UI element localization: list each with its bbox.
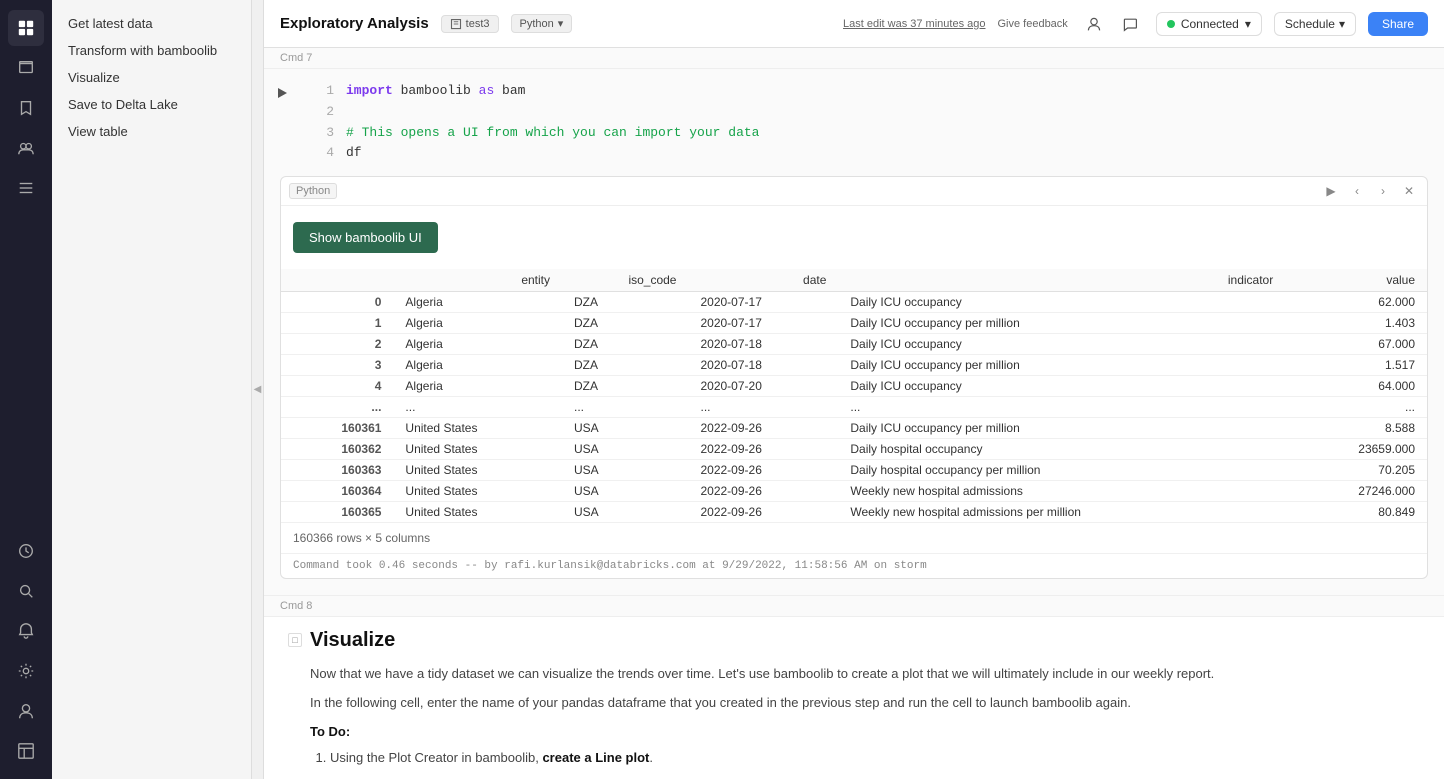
- col-header-entity: entity: [393, 269, 562, 292]
- layers-icon[interactable]: [8, 50, 44, 86]
- collapse-cell-button[interactable]: □: [288, 633, 302, 647]
- sidebar: Get latest data Transform with bamboolib…: [52, 0, 252, 779]
- table-row: 0AlgeriaDZA2020-07-17Daily ICU occupancy…: [281, 292, 1427, 313]
- close-output-button[interactable]: ✕: [1399, 181, 1419, 201]
- connected-button[interactable]: Connected ▾: [1156, 12, 1262, 36]
- output-controls: ▶ ‹ › ✕: [1321, 181, 1419, 201]
- schedule-button[interactable]: Schedule ▾: [1274, 12, 1356, 36]
- content-area[interactable]: Cmd 7 1import bamboolib as bam 2 3# This…: [264, 48, 1444, 779]
- main-area: Exploratory Analysis test3 Python ▾ Last…: [264, 0, 1444, 779]
- table-footer: 160366 rows × 5 columns: [281, 523, 1427, 553]
- viz-text-1: Now that we have a tidy dataset we can v…: [310, 664, 1420, 685]
- table-row: 160365United StatesUSA2022-09-26Weekly n…: [281, 502, 1427, 523]
- viz-list: Using the Plot Creator in bamboolib, cre…: [310, 747, 1420, 769]
- sidebar-item-view-table[interactable]: View table: [52, 118, 251, 145]
- cell-7-cmd: Cmd 7: [264, 48, 1444, 69]
- viz-todo-label: To Do:: [310, 722, 1420, 743]
- output-topbar: Python ▶ ‹ › ✕: [281, 177, 1427, 206]
- prev-output-button[interactable]: ‹: [1347, 181, 1367, 201]
- notebook-id-badge: test3: [441, 15, 499, 33]
- bookmark-icon[interactable]: [8, 90, 44, 126]
- show-bamboolib-button[interactable]: Show bamboolib UI: [293, 222, 438, 253]
- visualize-section: □ Visualize Now that we have a tidy data…: [264, 617, 1444, 779]
- user-icon[interactable]: [8, 693, 44, 729]
- viz-title: Visualize: [310, 629, 1420, 652]
- icon-bar: [0, 0, 52, 779]
- last-edit-link[interactable]: Last edit was 37 minutes ago: [843, 18, 985, 30]
- grid-icon[interactable]: [8, 10, 44, 46]
- sidebar-item-transform[interactable]: Transform with bamboolib: [52, 37, 251, 64]
- code-block: 1import bamboolib as bam 2 3# This opens…: [300, 81, 1436, 164]
- connected-dot: [1167, 20, 1175, 28]
- cell-7-body: 1import bamboolib as bam 2 3# This opens…: [264, 69, 1444, 596]
- col-header-iso-code: iso_code: [562, 269, 688, 292]
- cell-7-output: Python ▶ ‹ › ✕ Show bamboolib UI: [280, 176, 1428, 579]
- col-header-index: [281, 269, 393, 292]
- viz-list-item: Using the Plot Creator in bamboolib, cre…: [330, 747, 1420, 769]
- table-icon[interactable]: [8, 733, 44, 769]
- group-icon[interactable]: [8, 130, 44, 166]
- chevron-left-icon: ◀: [254, 384, 262, 395]
- table-row: 2AlgeriaDZA2020-07-18Daily ICU occupancy…: [281, 334, 1427, 355]
- clock-icon[interactable]: [8, 533, 44, 569]
- chevron-down-icon: ▾: [1339, 17, 1345, 31]
- col-header-indicator: indicator: [838, 269, 1285, 292]
- chevron-down-icon: ▾: [1245, 17, 1251, 31]
- topbar-icons: [1080, 10, 1144, 38]
- table-row: 4AlgeriaDZA2020-07-20Daily ICU occupancy…: [281, 376, 1427, 397]
- search-icon[interactable]: [8, 573, 44, 609]
- sidebar-item-visualize[interactable]: Visualize: [52, 64, 251, 91]
- cell-8-cmd: Cmd 8: [264, 596, 1444, 617]
- page-title: Exploratory Analysis: [280, 15, 429, 32]
- data-table: entity iso_code date indicator value 0Al…: [281, 269, 1427, 523]
- col-header-date: date: [688, 269, 838, 292]
- lang-badge: Python: [289, 183, 337, 199]
- table-row: 160361United StatesUSA2022-09-26Daily IC…: [281, 418, 1427, 439]
- side-collapse-handle[interactable]: ◀: [252, 0, 264, 779]
- table-row: 1AlgeriaDZA2020-07-17Daily ICU occupancy…: [281, 313, 1427, 334]
- cmd-info: Command took 0.46 seconds -- by rafi.kur…: [281, 553, 1427, 578]
- topbar: Exploratory Analysis test3 Python ▾ Last…: [264, 0, 1444, 48]
- sidebar-item-get-latest-data[interactable]: Get latest data: [52, 10, 251, 37]
- profile-icon-btn[interactable]: [1080, 10, 1108, 38]
- table-row: 160362United StatesUSA2022-09-26Daily ho…: [281, 439, 1427, 460]
- table-row: ..................: [281, 397, 1427, 418]
- table-row: 160364United StatesUSA2022-09-26Weekly n…: [281, 481, 1427, 502]
- table-row: 3AlgeriaDZA2020-07-18Daily ICU occupancy…: [281, 355, 1427, 376]
- run-output-button[interactable]: ▶: [1321, 181, 1341, 201]
- chevron-down-icon: ▾: [558, 17, 564, 30]
- col-header-value: value: [1285, 269, 1427, 292]
- give-feedback-link[interactable]: Give feedback: [997, 18, 1067, 30]
- run-cell-button[interactable]: [272, 83, 292, 103]
- sidebar-item-save-delta[interactable]: Save to Delta Lake: [52, 91, 251, 118]
- chat-icon-btn[interactable]: [1116, 10, 1144, 38]
- share-button[interactable]: Share: [1368, 12, 1428, 36]
- bell-icon[interactable]: [8, 613, 44, 649]
- language-badge[interactable]: Python ▾: [511, 14, 573, 33]
- settings-icon[interactable]: [8, 653, 44, 689]
- list-icon[interactable]: [8, 170, 44, 206]
- table-row: 160363United StatesUSA2022-09-26Daily ho…: [281, 460, 1427, 481]
- next-output-button[interactable]: ›: [1373, 181, 1393, 201]
- viz-text-2: In the following cell, enter the name of…: [310, 693, 1420, 714]
